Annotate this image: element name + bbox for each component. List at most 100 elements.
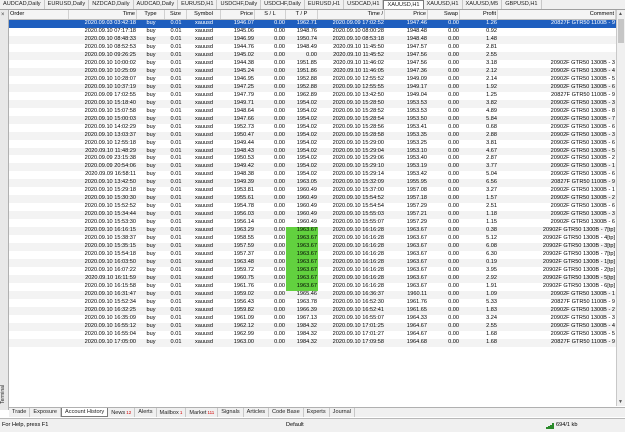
table-row[interactable]: 2020.09.10 15:52:52 buy 0.01 xauusd 1954.78 0… (9, 203, 616, 211)
col-order[interactable]: Order (9, 10, 69, 19)
table-row[interactable]: 2020.09.10 10:28:07 buy 0.01 xauusd 1946.95 0… (9, 76, 616, 84)
table-row[interactable]: 2020.09.10 10:25:09 buy 0.01 xauusd 1945.24 0… (9, 67, 616, 76)
cell-symbol: xauusd (194, 235, 214, 242)
table-row[interactable]: 2020.09.10 16:03:50 buy 0.01 xauusd 1963.48 0… (9, 259, 616, 268)
tab-signals[interactable]: Signals (218, 408, 244, 417)
close-icon[interactable]: × (1, 12, 5, 18)
tab-news[interactable]: News12 (108, 408, 136, 417)
col-time[interactable]: Time (69, 10, 137, 19)
table-row[interactable]: 2020.09.10 07:17:18 buy 0.01 xauusd 1945.06 0… (9, 28, 616, 36)
table-row[interactable]: 2020.09.10 17:05:00 buy 0.01 xauusd 1963.00 0… (9, 338, 616, 347)
chart-tab[interactable]: NZDCAD,Daily (89, 0, 134, 9)
table-row[interactable]: 2020.09.10 15:34:44 buy 0.01 xauusd 1956.03 0… (9, 211, 616, 220)
chart-tab[interactable]: USDCHF,Daily (261, 0, 305, 9)
table-row[interactable]: 2020.09.10 08:48:33 buy 0.01 xauusd 1946.99 0… (9, 35, 616, 44)
chart-tab[interactable]: EURUSD,H1 (178, 0, 218, 9)
col-profit[interactable]: Profit (460, 10, 498, 19)
table-row[interactable]: 2020.09.10 12:55:18 buy 0.01 xauusd 1949.44 0… (9, 140, 616, 148)
table-row[interactable]: 2020.09.10 13:42:50 buy 0.01 xauusd 1949.39 0… (9, 179, 616, 188)
col-type[interactable]: Type (137, 10, 165, 19)
chart-tab[interactable]: EURUSD,Daily (45, 0, 90, 9)
table-row[interactable]: 2020.09.10 16:07:22 buy 0.01 xauusd 1959.72 0… (9, 267, 616, 275)
table-row[interactable]: 2020.09.10 16:55:12 buy 0.01 xauusd 1962.12 0… (9, 322, 616, 331)
tab-label: Market (189, 410, 207, 416)
table-row[interactable]: 2020.09.10 10:37:19 buy 0.01 xauusd 1947.25 0… (9, 83, 616, 92)
col-comment[interactable]: Comment (498, 10, 616, 19)
chart-tab[interactable]: XAUUSD,M5 (463, 0, 503, 9)
table-row[interactable]: 2020.09.10 14:02:29 buy 0.01 xauusd 1952.73 0… (9, 124, 616, 132)
col-size[interactable]: Size (165, 10, 187, 19)
tab-mailbox[interactable]: Mailbox1 (157, 408, 187, 417)
table-row[interactable]: 2020.09.10 15:35:15 buy 0.01 xauusd 1957.59 0… (9, 243, 616, 252)
table-row[interactable]: 2020.09.10 16:55:04 buy 0.01 xauusd 1962.99 0… (9, 331, 616, 339)
scrollbar-thumb[interactable] (618, 19, 624, 43)
chart-tab[interactable]: AUDCAD,Daily (0, 0, 45, 9)
chart-tab[interactable]: EURUSD,H1 (305, 0, 345, 9)
cell-symbol: xauusd (194, 251, 214, 258)
table-row[interactable]: 2020.09.10 15:29:18 buy 0.01 xauusd 1953.81 0… (9, 187, 616, 195)
table-row[interactable]: 2020.09.10 08:52:53 buy 0.01 xauusd 1944.76 0… (9, 44, 616, 52)
col-swap[interactable]: Swap (428, 10, 460, 19)
tab-market[interactable]: Market111 (186, 408, 219, 417)
col-price[interactable]: Price (221, 10, 255, 19)
cell-symbol: xauusd (194, 219, 214, 226)
table-row[interactable]: 2020.09.09 20:54:06 buy 0.01 xauusd 1949.42 0… (9, 163, 616, 172)
table-row[interactable]: 2020.09.10 15:53:30 buy 0.01 xauusd 1956.14 0… (9, 219, 616, 227)
cell-sl: 0.00 (274, 338, 285, 345)
tab-exposure[interactable]: Exposure (30, 408, 62, 417)
table-row[interactable]: 2020.09.10 15:54:18 buy 0.01 xauusd 1957.37 0… (9, 251, 616, 260)
table-row[interactable]: 2020.09.10 15:30:30 buy 0.01 xauusd 1955.61 0… (9, 195, 616, 204)
tab-articles[interactable]: Articles (244, 408, 269, 417)
vertical-scrollbar[interactable]: ▲ ▼ (616, 10, 625, 406)
table-row[interactable]: 2020.09.10 16:11:59 buy 0.01 xauusd 1960.75 0… (9, 275, 616, 283)
table-row[interactable]: 2020.09.10 11:48:29 buy 0.01 xauusd 1948.43 0… (9, 147, 616, 156)
cell-type: buy (146, 123, 156, 130)
table-row[interactable]: 2020.09.03 03:42:18 buy 0.01 xauusd 1946.07 0… (9, 20, 616, 28)
table-row[interactable]: 2020.09.10 15:18:40 buy 0.01 xauusd 1949.71 0… (9, 99, 616, 108)
cell-size: 0.01 (170, 187, 182, 194)
col-tp[interactable]: T / P (286, 10, 318, 19)
chart-tab[interactable]: XAUUSD,H1 (424, 0, 463, 9)
col-close-price[interactable]: Price (385, 10, 428, 19)
table-row[interactable]: 2020.09.10 15:52:34 buy 0.01 xauusd 1956.43 0… (9, 299, 616, 307)
table-row[interactable]: 2020.09.10 16:32:25 buy 0.01 xauusd 1959.82 0… (9, 306, 616, 315)
table-row[interactable]: 2020.09.10 16:35:09 buy 0.01 xauusd 1961.09 0… (9, 315, 616, 323)
table-row[interactable]: 2020.09.10 16:16:15 buy 0.01 xauusd 1963.29 0… (9, 227, 616, 236)
table-row[interactable]: 2020.09.09 23:15:38 buy 0.01 xauusd 1950.53 0… (9, 155, 616, 163)
table-row[interactable]: 2020.09.10 15:00:03 buy 0.01 xauusd 1947.66 0… (9, 115, 616, 124)
table-row[interactable]: 2020.09.09 16:58:11 buy 0.01 xauusd 1948.38 0… (9, 171, 616, 179)
tab-label: Experts (306, 409, 326, 415)
status-profile[interactable]: Default (286, 422, 304, 428)
table-row[interactable]: 2020.09.10 16:31:47 buy 0.01 xauusd 1959.02 0… (9, 290, 616, 299)
table-row[interactable]: 2020.09.10 09:26:25 buy 0.01 xauusd 1945.02 0… (9, 51, 616, 60)
chart-tab[interactable]: GBPUSD,H1 (502, 0, 542, 9)
tab-experts[interactable]: Experts (304, 408, 330, 417)
tab-journal[interactable]: Journal (330, 408, 356, 417)
table-row[interactable]: 2020.09.10 15:07:58 buy 0.01 xauusd 1948.64 0… (9, 108, 616, 116)
scroll-down-icon[interactable]: ▼ (618, 399, 623, 405)
tab-alerts[interactable]: Alerts (135, 408, 157, 417)
chart-tab[interactable]: USDCHF,Daily (217, 0, 262, 9)
table-row[interactable]: 2020.09.09 17:02:55 buy 0.01 xauusd 1947.79 0… (9, 92, 616, 100)
tab-trade[interactable]: Trade (9, 408, 31, 417)
col-symbol[interactable]: Symbol (187, 10, 221, 19)
chart-tab[interactable]: AUDCAD,Daily (134, 0, 179, 9)
table-row[interactable]: 2020.09.10 16:15:58 buy 0.01 xauusd 1961.76 0… (9, 282, 616, 291)
col-sl[interactable]: S / L (255, 10, 286, 19)
col-close-time[interactable]: Time / (318, 10, 385, 19)
chart-tab[interactable]: XAUUSD,H1 (383, 0, 424, 9)
table-row[interactable]: 2020.09.10 15:38:37 buy 0.01 xauusd 1958.55 0… (9, 235, 616, 244)
cell-ctime: 2020.09.10 16:16:28 (332, 275, 384, 281)
cell-swap: 0.00 (448, 227, 459, 234)
table-row[interactable]: 2020.09.10 13:03:37 buy 0.01 xauusd 1950.47 0… (9, 131, 616, 140)
tab-account-history[interactable]: Account History (61, 408, 109, 417)
chart-tab[interactable]: USDCAD,H1 (344, 0, 384, 9)
cell-order (9, 299, 69, 307)
cell-comment: 20827F GTR50 1100B - 9 (551, 20, 615, 26)
cell-sl: 0.00 (274, 330, 285, 337)
tab-code-base[interactable]: Code Base (269, 408, 304, 417)
cell-profit: 5.84 (486, 115, 497, 122)
scroll-up-icon[interactable]: ▲ (618, 11, 623, 17)
table-row[interactable]: 2020.09.10 10:00:02 buy 0.01 xauusd 1944.38 0… (9, 60, 616, 68)
cell-size: 0.01 (170, 83, 182, 90)
